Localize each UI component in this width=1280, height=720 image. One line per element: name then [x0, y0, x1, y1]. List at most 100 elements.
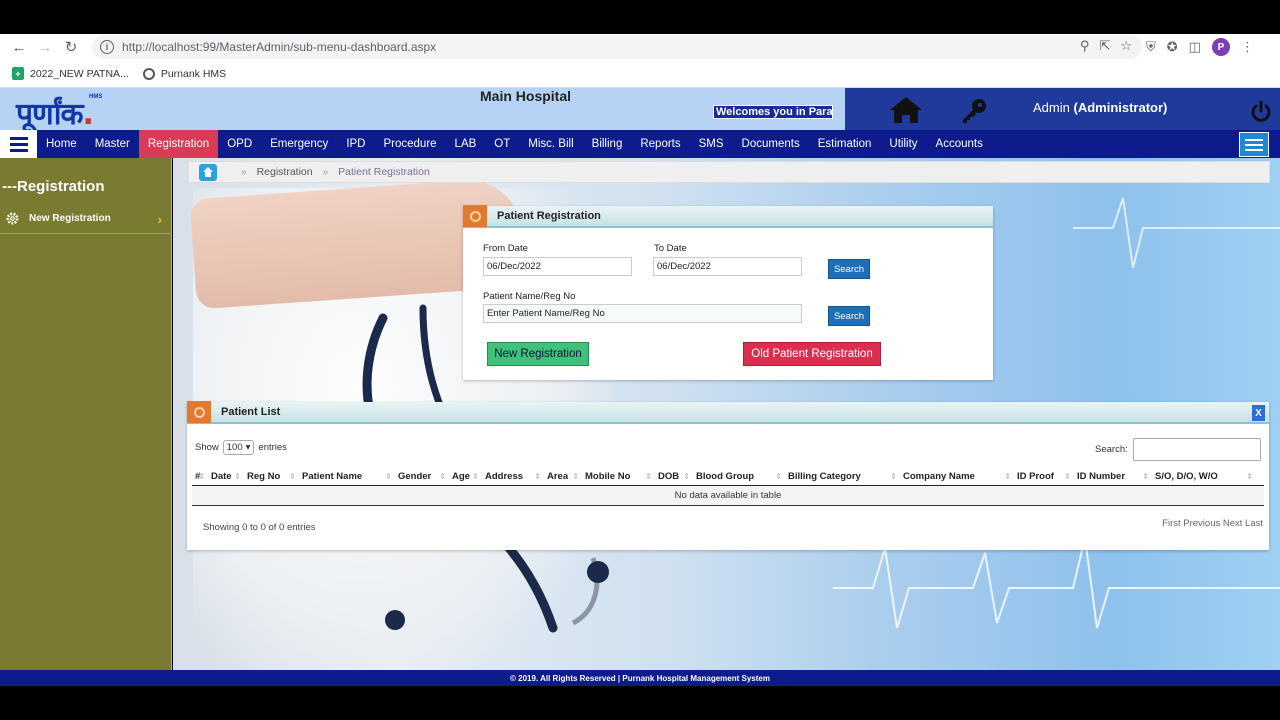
globe-icon [142, 67, 155, 80]
gear-icon [187, 401, 211, 423]
close-icon[interactable]: X [1252, 405, 1265, 421]
back-icon[interactable]: ← [6, 36, 32, 58]
from-date-input[interactable]: 06/Dec/2022 [483, 257, 632, 276]
column-gender[interactable]: Gender ⇕ [395, 466, 449, 486]
column-area[interactable]: Area ⇕ [544, 466, 582, 486]
pagination[interactable]: First Previous Next Last [1162, 518, 1263, 529]
logo-text: पूर्णांक [16, 97, 84, 132]
sheets-icon: + [12, 67, 24, 80]
reload-icon[interactable]: ↻ [58, 36, 84, 58]
extensions-icon[interactable]: ✪ [1167, 39, 1178, 55]
nav-ot[interactable]: OT [485, 130, 519, 158]
nav-accounts[interactable]: Accounts [927, 130, 992, 158]
patient-search-input[interactable]: Enter Patient Name/Reg No [483, 304, 802, 323]
entries-select[interactable]: 100 ▾ [222, 440, 255, 455]
column-patient-name[interactable]: Patient Name ⇕ [299, 466, 395, 486]
sidebar-item-new-registration[interactable]: New Registration › [0, 204, 172, 234]
main-navbar: Home Master Registration OPD Emergency I… [0, 130, 1280, 158]
column-dob[interactable]: DOB ⇕ [655, 466, 693, 486]
table-info: Showing 0 to 0 of 0 entries [203, 522, 316, 533]
shield-icon[interactable]: ⛨ [1146, 39, 1156, 55]
hospital-name: Main Hospital [480, 88, 572, 104]
home-icon[interactable] [889, 96, 923, 124]
gear-icon [6, 212, 19, 225]
more-icon[interactable]: ⋮ [1241, 39, 1254, 55]
nav-billing[interactable]: Billing [583, 130, 632, 158]
logo-dot: . [82, 97, 94, 132]
table-search-input[interactable] [1133, 438, 1261, 461]
sidebar-title: ---Registration [2, 178, 105, 195]
footer: © 2019. All Rights Reserved | Purnank Ho… [0, 670, 1280, 686]
column-id-number[interactable]: ID Number ⇕ [1074, 466, 1152, 486]
patient-search-button[interactable]: Search [828, 306, 870, 326]
column-address[interactable]: Address ⇕ [482, 466, 544, 486]
nav-master[interactable]: Master [86, 130, 139, 158]
date-search-button[interactable]: Search [828, 259, 870, 279]
empty-table-row: No data available in table [192, 486, 1264, 506]
patient-list-panel: Patient List X Show 100 ▾ entries Search… [187, 401, 1269, 550]
nav-utility[interactable]: Utility [880, 130, 926, 158]
column-billing-category[interactable]: Billing Category ⇕ [785, 466, 900, 486]
logo[interactable]: पूर्णांक. [16, 92, 94, 133]
column-blood-group[interactable]: Blood Group ⇕ [693, 466, 785, 486]
bookmark-label: 2022_NEW PATNA... [30, 67, 129, 80]
breadcrumb-registration[interactable]: Registration [257, 166, 313, 178]
gear-icon [463, 205, 487, 227]
old-registration-button[interactable]: Old Patient Registration [743, 342, 881, 366]
nav-registration[interactable]: Registration [138, 130, 219, 158]
bookmarks-bar: + 2022_NEW PATNA... Purnank HMS [0, 60, 1280, 88]
nav-procedure[interactable]: Procedure [374, 130, 445, 158]
forward-icon[interactable]: → [32, 36, 58, 58]
nav-misc-bill[interactable]: Misc. Bill [519, 130, 582, 158]
nav-home[interactable]: Home [37, 130, 86, 158]
nav-sms[interactable]: SMS [690, 130, 733, 158]
url-text[interactable]: http://localhost:99/MasterAdmin/sub-menu… [122, 40, 436, 54]
column-date[interactable]: Date ⇕ [208, 466, 244, 486]
column-id-proof[interactable]: ID Proof ⇕ [1014, 466, 1074, 486]
profile-avatar[interactable]: P [1211, 38, 1230, 56]
column-age[interactable]: Age ⇕ [449, 466, 482, 486]
nav-documents[interactable]: Documents [733, 130, 809, 158]
nav-opd[interactable]: OPD [218, 130, 261, 158]
bookmark-label: Purnank HMS [160, 67, 227, 80]
nav-reports[interactable]: Reports [631, 130, 689, 158]
column-reg-no[interactable]: Reg No ⇕ [244, 466, 299, 486]
panel-title: Patient List [221, 406, 281, 418]
to-date-label: To Date [654, 243, 687, 254]
info-icon[interactable]: i [100, 40, 114, 54]
sidepanel-icon[interactable]: ◫ [1189, 39, 1201, 55]
logo-superscript: HMS [89, 94, 103, 100]
bookmark-sheet[interactable]: + 2022_NEW PATNA... [12, 67, 129, 80]
entries-control: Show 100 ▾ entries [195, 440, 287, 455]
welcome-marquee: Welcomes you in Para [713, 105, 833, 119]
chevron-right-icon: › [157, 212, 162, 227]
panel-header: Patient Registration [463, 205, 993, 228]
breadcrumb: » Registration » Patient Registration [188, 161, 1270, 183]
new-registration-button[interactable]: New Registration [487, 342, 589, 366]
toggle-menu-icon[interactable] [1239, 132, 1269, 157]
share-icon[interactable]: ⇱ [1099, 38, 1110, 54]
key-icon[interactable] [961, 98, 987, 124]
column-mobile[interactable]: Mobile No ⇕ [582, 466, 655, 486]
table-header: # ⇕ Date ⇕ Reg No ⇕ Patient Name ⇕ Gender ⇕ A… [192, 466, 1264, 486]
from-date-label: From Date [483, 243, 528, 254]
to-date-input[interactable]: 06/Dec/2022 [653, 257, 802, 276]
breadcrumb-separator-icon: » [241, 166, 247, 178]
screen: ← → ↻ i http://localhost:99/MasterAdmin/… [0, 0, 1280, 720]
menu-icon[interactable] [0, 130, 37, 158]
column-index[interactable]: # ⇕ [192, 466, 208, 486]
bookmark-hms[interactable]: Purnank HMS [142, 67, 227, 80]
power-icon[interactable] [1250, 101, 1272, 123]
nav-lab[interactable]: LAB [446, 130, 486, 158]
nav-emergency[interactable]: Emergency [261, 130, 337, 158]
breadcrumb-home-icon[interactable] [199, 163, 217, 181]
star-icon[interactable]: ☆ [1120, 38, 1132, 54]
column-relation[interactable]: S/O, D/O, W/O ⇕ [1152, 466, 1256, 486]
column-company-name[interactable]: Company Name ⇕ [900, 466, 1014, 486]
nav-estimation[interactable]: Estimation [809, 130, 881, 158]
address-bar[interactable]: i http://localhost:99/MasterAdmin/sub-me… [92, 35, 1142, 59]
zoom-icon[interactable]: ⚲ [1080, 38, 1090, 54]
entries-value: 100 [226, 442, 243, 453]
panel-header: Patient List X [187, 401, 1269, 424]
nav-ipd[interactable]: IPD [337, 130, 374, 158]
